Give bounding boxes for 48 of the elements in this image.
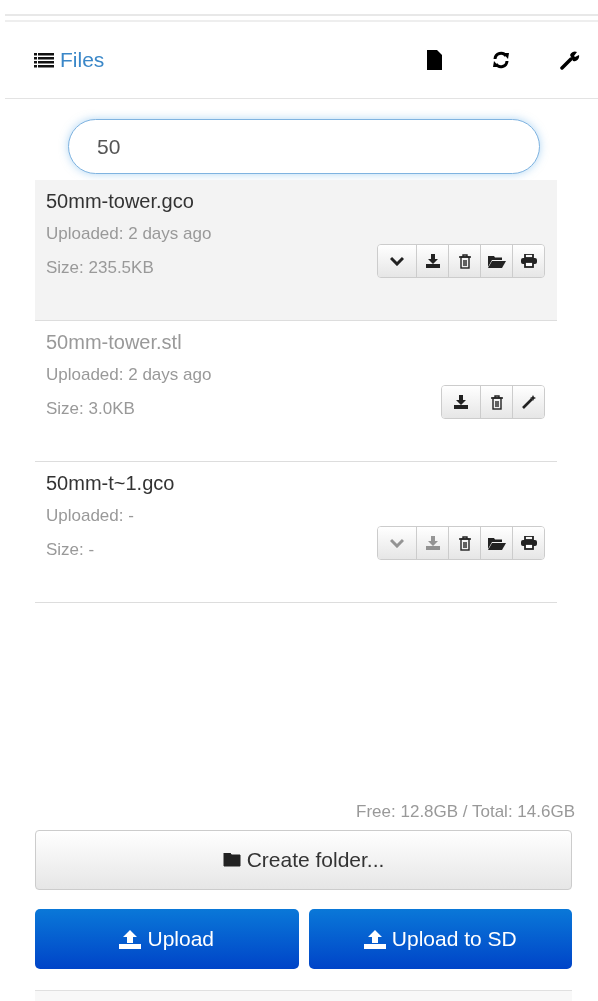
folder-open-icon: [487, 254, 506, 268]
upload-date: Uploaded: 2 days ago: [46, 365, 213, 385]
printer-icon: [520, 536, 537, 550]
upload-date: Uploaded: 2 days ago: [46, 224, 213, 244]
wand-icon: [521, 395, 536, 409]
details-button[interactable]: [378, 245, 416, 277]
download-icon: [425, 536, 440, 550]
storage-info: Free: 12.8GB / Total: 14.6GB: [355, 802, 576, 822]
create-folder-button[interactable]: Create folder...: [35, 830, 572, 890]
folder-open-icon: [487, 536, 506, 550]
remove-button[interactable]: [448, 527, 480, 559]
file-name: 50mm-t~1.gco: [46, 472, 176, 495]
load-button[interactable]: [480, 527, 512, 559]
upload-date: Uploaded: -: [46, 506, 135, 526]
file-icon[interactable]: [427, 50, 442, 70]
remove-button[interactable]: [480, 386, 512, 418]
file-entry[interactable]: 50mm-t~1.gco Uploaded: - Size: -: [35, 462, 557, 603]
upload-button[interactable]: Upload to SD: [308, 909, 572, 969]
print-button[interactable]: [512, 245, 544, 277]
trash-icon: [458, 253, 471, 269]
download-icon: [425, 254, 440, 268]
slice-button[interactable]: [512, 386, 544, 418]
file-name: 50mm-tower.gco: [46, 190, 195, 213]
download-button[interactable]: [416, 245, 448, 277]
file-entry[interactable]: 50mm-tower.gco Uploaded: 2 days ago Size: 235.5KB: [35, 180, 557, 321]
settings-icon[interactable]: [560, 50, 580, 70]
file-size: Size: 235.5KB: [46, 258, 154, 278]
upload-button[interactable]: Upload: [35, 909, 299, 969]
trash-icon: [458, 535, 471, 551]
file-name: 50mm-tower.stl: [46, 331, 183, 354]
chevron-down-icon: [390, 538, 404, 548]
print-button[interactable]: [512, 527, 544, 559]
refresh-icon[interactable]: [492, 51, 510, 69]
file-size: Size: -: [46, 540, 95, 560]
folder-icon: [222, 853, 241, 867]
download-icon: [454, 395, 468, 409]
file-size: Size: 3.0KB: [46, 399, 135, 419]
printer-icon: [520, 254, 537, 268]
remove-button[interactable]: [448, 245, 480, 277]
chevron-down-icon: [390, 256, 404, 266]
upload-icon: [363, 929, 386, 949]
list-icon: [34, 52, 54, 68]
upload-icon: [119, 929, 142, 949]
trash-icon: [490, 394, 503, 410]
search-field[interactable]: 50: [68, 119, 540, 174]
download-button[interactable]: [442, 386, 480, 418]
load-button[interactable]: [480, 245, 512, 277]
files-link[interactable]: Files: [60, 48, 105, 72]
